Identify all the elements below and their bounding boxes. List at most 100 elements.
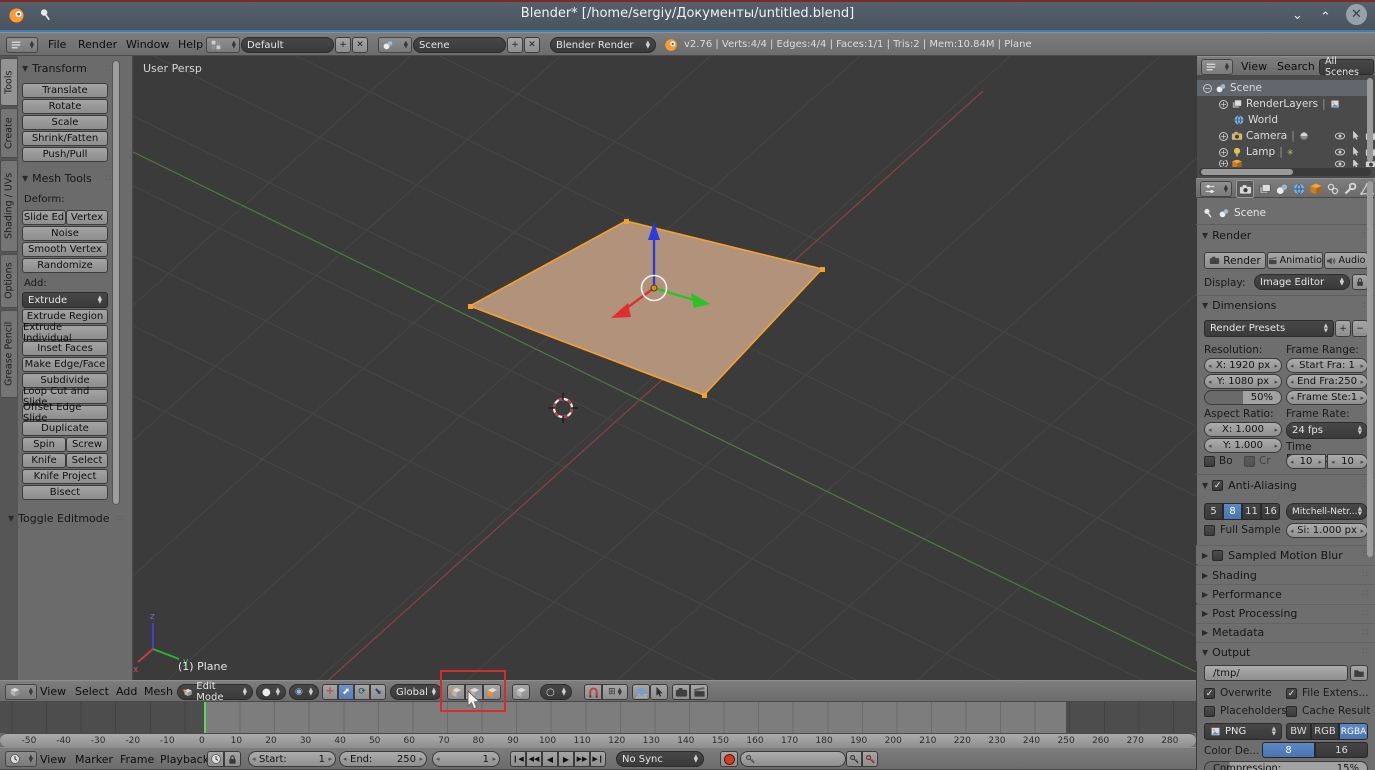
render-audio-button[interactable]: Audio <box>1324 252 1368 269</box>
visibility-eye-icon[interactable] <box>1334 160 1346 167</box>
jump-start-button[interactable]: ❙◀ <box>510 751 526 767</box>
menu-select[interactable]: Select <box>75 685 109 698</box>
knife-button[interactable]: Knife <box>22 453 66 468</box>
scene-name-field[interactable]: Scene <box>413 37 506 53</box>
add-button[interactable]: Extrude Individual <box>22 322 108 344</box>
render-section-header[interactable]: ▼ Render ∷ <box>1202 229 1370 242</box>
manipulator-rotate-button[interactable]: ⟳ <box>354 684 370 700</box>
menu-add[interactable]: Add <box>116 685 137 698</box>
placeholders-checkbox[interactable] <box>1204 705 1215 717</box>
next-keyframe-button[interactable]: ▶▶ <box>574 751 590 767</box>
timeline-body[interactable] <box>0 702 1196 733</box>
panel-grip-icon[interactable]: ∷ <box>1362 609 1369 619</box>
tab-scene-icon[interactable] <box>1275 182 1289 196</box>
aa-filter-selector[interactable]: Mitchell-Netr... ▲ ▼ <box>1286 503 1368 520</box>
delete-keyframe-button[interactable] <box>862 751 878 767</box>
aa-samples-16[interactable]: 16 <box>1261 503 1280 520</box>
antialiasing-checkbox[interactable]: ✓ <box>1212 480 1224 491</box>
add-button[interactable]: Inset Faces <box>22 341 108 356</box>
remap-old-field[interactable]: ◂ 10 ▸ <box>1286 454 1326 469</box>
jump-end-button[interactable]: ▶❙ <box>590 751 606 767</box>
transform-button[interactable]: Scale <box>22 115 108 130</box>
snap-element-selector[interactable]: ⊞ ▲ ▼ <box>602 684 628 700</box>
tab-modifiers-icon[interactable] <box>1343 182 1357 196</box>
properties-scrollbar[interactable] <box>1367 181 1373 557</box>
output-section-header[interactable]: ▼ Output ∷ <box>1196 642 1375 661</box>
channels-bw-button[interactable]: BW <box>1286 723 1311 740</box>
overwrite-checkbox[interactable]: ✓ <box>1204 687 1215 699</box>
tab-render-layers-icon[interactable] <box>1258 182 1272 196</box>
menu-file[interactable]: File <box>48 38 66 51</box>
toolshelf-scrollbar[interactable] <box>112 60 120 505</box>
panel-grip-icon[interactable]: ∷ <box>1362 570 1369 580</box>
panel-header-toggle-editmode[interactable]: ▼ Toggle Editmode ∷ <box>8 512 124 525</box>
playhead[interactable] <box>204 702 206 733</box>
full-sample-row[interactable]: Full Sample <box>1204 524 1281 536</box>
manipulator-translate-button[interactable]: ⬈ <box>338 684 354 700</box>
crop-checkbox[interactable] <box>1244 455 1255 467</box>
expand-icon[interactable]: + <box>1219 160 1228 167</box>
tab-render[interactable] <box>1236 180 1254 198</box>
end-frame-prop-field[interactable]: ◂ End Fra:250 ▸ <box>1286 374 1368 389</box>
frame-step-field[interactable]: ◂ Frame Ste:1 ▸ <box>1286 390 1368 405</box>
file-format-selector[interactable]: PNG ▲ ▼ <box>1204 723 1282 740</box>
editor-type-selector-outliner[interactable]: ▲ ▼ <box>1201 59 1233 75</box>
transform-button[interactable]: Push/Pull <box>22 147 108 162</box>
layout-icon-button[interactable]: ▲ ▼ <box>206 37 240 53</box>
outliner-hscrollbar-thumb[interactable] <box>1201 169 1293 175</box>
scene-icon-button[interactable]: ▲ ▼ <box>378 37 412 53</box>
collapse-icon[interactable]: − <box>1203 83 1212 93</box>
timeline-ruler[interactable]: -50 -40 -30 -20 -10 0 10 20 30 40 50 60 70 80 90 100 110… <box>0 733 1196 747</box>
menu-render[interactable]: Render <box>78 38 117 51</box>
cache-result-row[interactable]: Cache Result <box>1286 705 1370 717</box>
render-presets-selector[interactable]: Render Presets ▲ ▼ <box>1204 320 1334 337</box>
mode-selector[interactable]: Edit Mode ▲ ▼ <box>177 681 253 703</box>
full-sample-checkbox[interactable] <box>1204 524 1215 536</box>
scene-add-button[interactable]: + <box>507 37 523 53</box>
fps-selector[interactable]: 24 fps ▲ ▼ <box>1286 422 1368 439</box>
start-frame-field[interactable]: ◂ Start: 1 ▸ <box>248 751 336 767</box>
placeholders-row[interactable]: Placeholders <box>1204 705 1287 717</box>
outliner-row-renderlayers[interactable]: + RenderLayers | <box>1197 96 1375 112</box>
start-frame-prop-field[interactable]: ◂ Start Fra: 1 ▸ <box>1286 358 1368 373</box>
record-button[interactable] <box>720 751 738 767</box>
editor-type-selector-timeline[interactable]: ▲ ▼ <box>5 751 37 767</box>
tab-options[interactable]: Options <box>0 254 18 308</box>
manipulate-centers-button[interactable] <box>650 684 668 700</box>
layout-delete-button[interactable]: ✕ <box>352 37 368 53</box>
prev-keyframe-button[interactable]: ◀◀ <box>526 751 542 767</box>
border-checkbox[interactable] <box>1204 455 1215 467</box>
extrude-dropdown[interactable]: Extrude ▲ ▼ <box>22 292 108 308</box>
pin-icon[interactable] <box>1200 205 1217 222</box>
plane-mesh[interactable] <box>468 220 824 396</box>
expand-icon[interactable]: + <box>1219 131 1228 141</box>
resolution-x-field[interactable]: ◂ X: 1920 px ▸ <box>1204 358 1282 373</box>
panel-grip-icon[interactable]: ∷ <box>1362 647 1369 657</box>
outliner-row-scene[interactable]: − Scene <box>1197 80 1373 96</box>
outliner-row-camera[interactable]: + Camera | <box>1197 128 1375 144</box>
lock-frame-button[interactable] <box>224 751 241 767</box>
minimize-button[interactable]: ⌄ <box>1292 8 1303 23</box>
crop-checkbox-row[interactable]: Cr <box>1244 455 1271 467</box>
snap-toggle-button[interactable] <box>584 684 602 700</box>
screw-button[interactable]: Screw <box>66 437 108 452</box>
add-button[interactable]: Make Edge/Face <box>22 357 108 372</box>
engine-selector[interactable]: Blender Render ▲ ▼ <box>550 37 656 53</box>
aa-samples-5[interactable]: 5 <box>1204 503 1223 520</box>
menu-marker[interactable]: Marker <box>75 753 113 766</box>
sampled-motion-blur-header[interactable]: ▶ Sampled Motion Blur ∷ <box>1196 545 1375 564</box>
resolution-y-field[interactable]: ◂ Y: 1080 px ▸ <box>1204 374 1282 389</box>
file-extensions-row[interactable]: ✓ File Extens... <box>1286 687 1368 699</box>
outliner-menu-view[interactable]: View <box>1241 60 1267 73</box>
outliner-hscrollbar-track[interactable] <box>1199 168 1371 176</box>
menu-playback[interactable]: Playback <box>160 753 209 766</box>
panel-header-mesh-tools[interactable]: ▼ Mesh Tools ∷ <box>22 172 112 185</box>
collapsed-section-header[interactable]: ▶ Shading ∷ <box>1196 565 1375 584</box>
transform-button[interactable]: Shrink/Fatten <box>22 131 108 146</box>
orientation-selector[interactable]: Global ▲ ▼ <box>390 684 442 700</box>
panel-grip-icon[interactable]: ∷ <box>1362 589 1369 599</box>
layout-add-button[interactable]: + <box>335 37 351 53</box>
aa-samples-8[interactable]: 8 <box>1223 503 1242 520</box>
expand-icon[interactable]: + <box>1219 99 1228 109</box>
menu-mesh[interactable]: Mesh <box>144 685 173 698</box>
